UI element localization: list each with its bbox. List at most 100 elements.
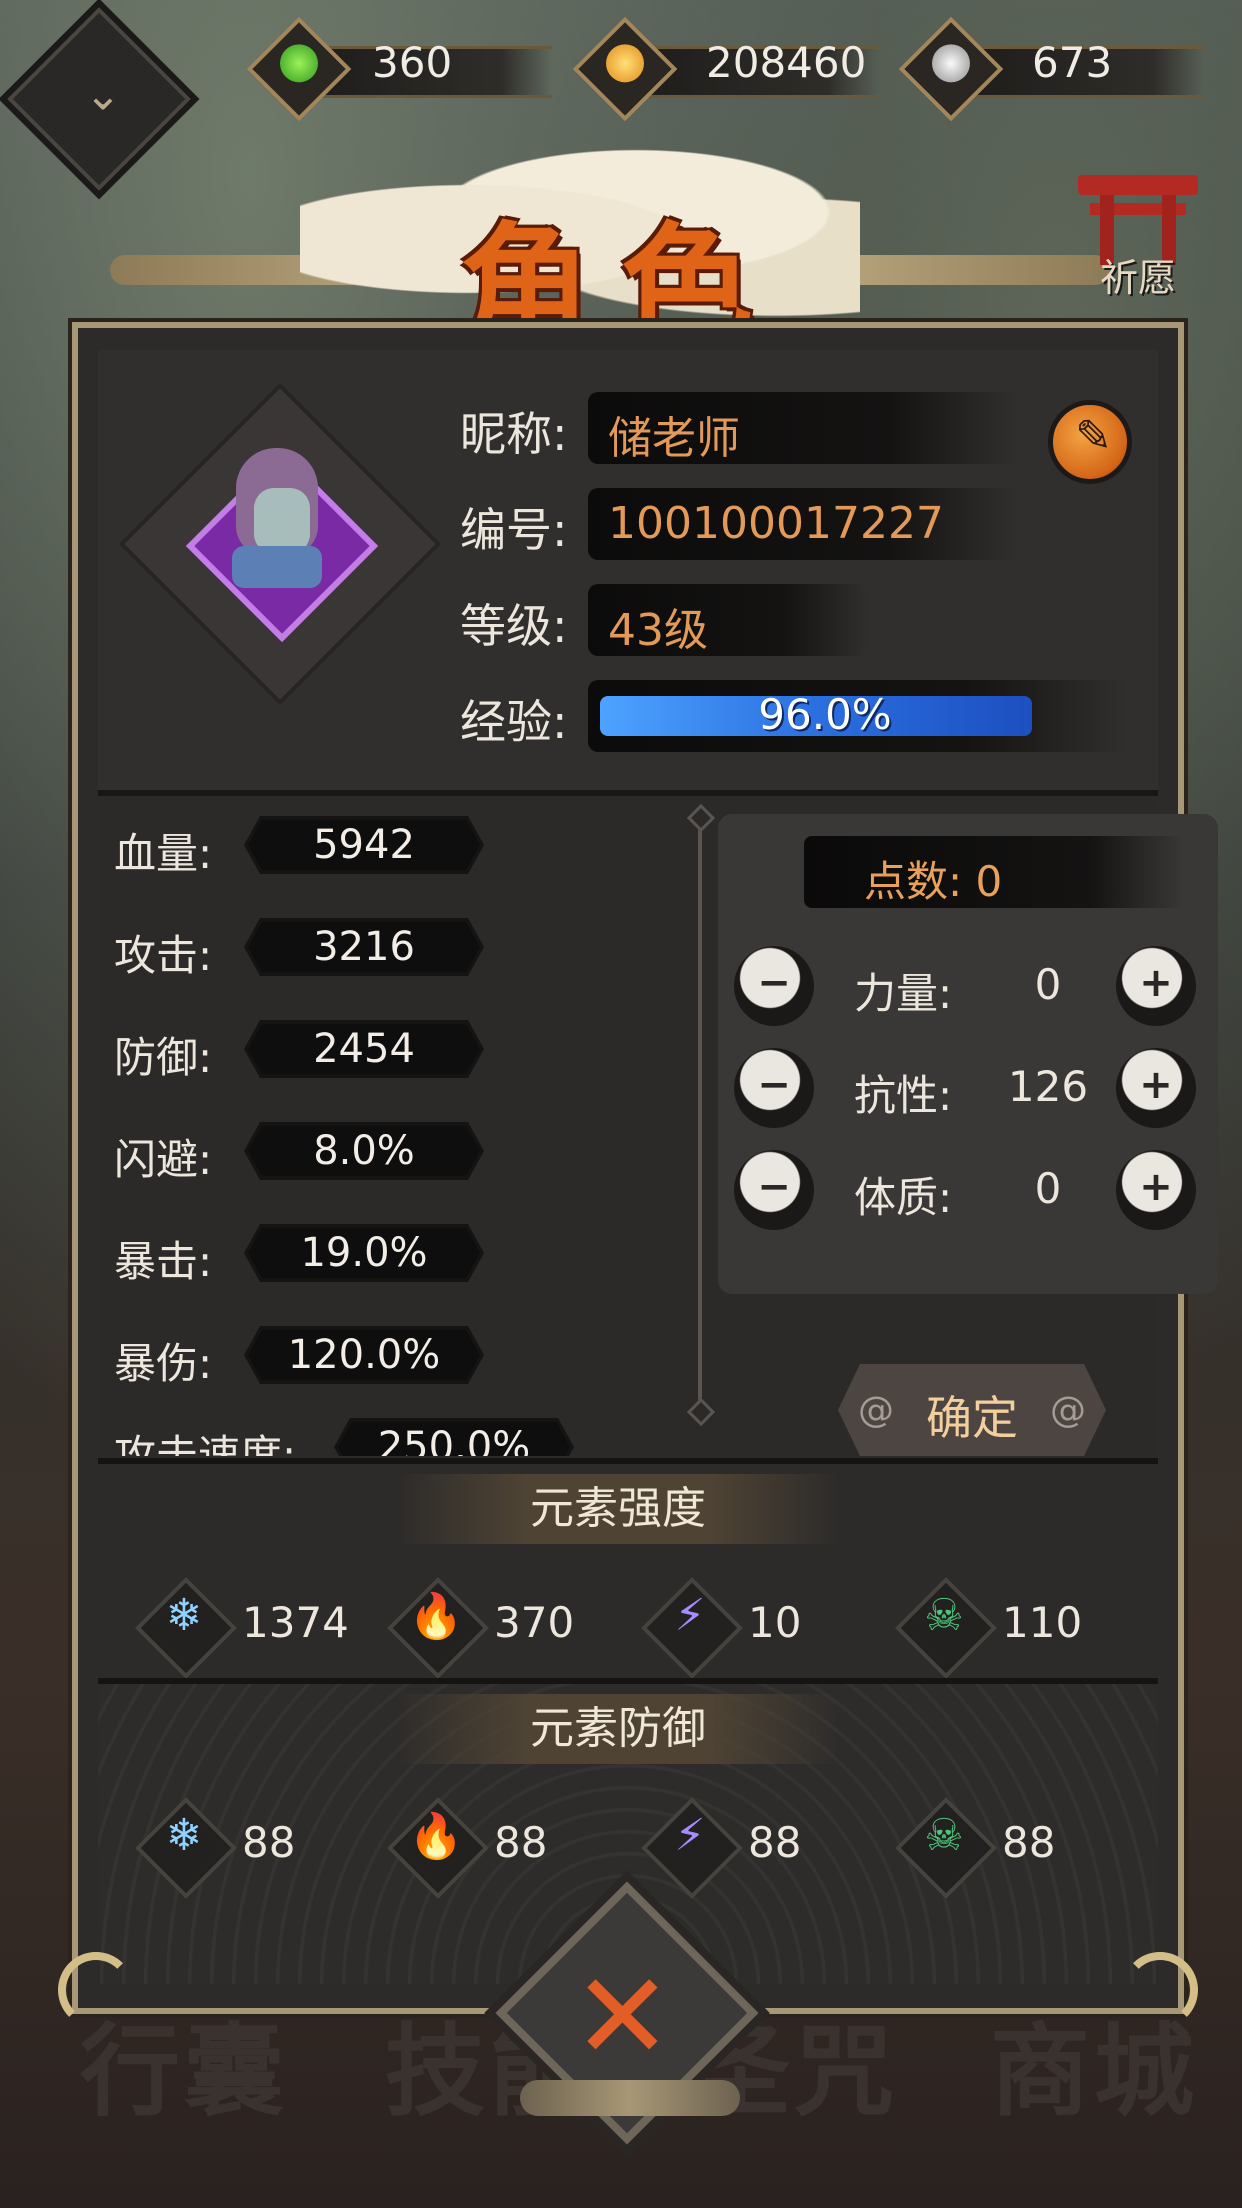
stat-value: 8.0% xyxy=(313,1128,415,1174)
swirl-icon: @ xyxy=(1050,1390,1086,1431)
attr-row-resistance: − 抗性: 126 + xyxy=(718,1044,1218,1134)
element-item-lightning: ⚡ 88 xyxy=(641,1797,874,1899)
stat-value: 3216 xyxy=(313,924,415,970)
stat-value: 2454 xyxy=(313,1026,415,1072)
poison-skull-icon: ☠ xyxy=(924,1590,964,1641)
points-count: 点数: 0 xyxy=(864,857,1003,906)
profile-section: 昵称: 储老师 ✎ 编号: 100100017227 等级: 43级 经验: 9… xyxy=(98,350,1158,796)
element-item-poison: ☠ 110 xyxy=(895,1577,1128,1679)
constitution-plus-button[interactable]: + xyxy=(1116,1150,1196,1230)
level-label: 等级: xyxy=(460,599,568,653)
avatar[interactable] xyxy=(184,448,379,643)
chevron-down-icon: ⌄ xyxy=(84,69,122,121)
stat-value: 120.0% xyxy=(287,1332,441,1378)
confirm-button[interactable]: @ 确定 @ xyxy=(838,1364,1106,1456)
element-value: 1374 xyxy=(242,1598,349,1647)
ice-icon: ❄ xyxy=(165,1590,203,1641)
attr-label: 力量: xyxy=(854,969,953,1018)
attr-label: 抗性: xyxy=(854,1071,953,1120)
stat-value: 250.0% xyxy=(377,1424,531,1456)
stat-label: 防御: xyxy=(114,1033,213,1082)
wish-shrine-button[interactable]: 祈愿 xyxy=(1078,175,1198,300)
id-label: 编号: xyxy=(460,503,568,557)
attr-value: 0 xyxy=(1034,1164,1062,1213)
fire-icon: 🔥 xyxy=(408,1591,464,1642)
attr-value: 0 xyxy=(1034,960,1062,1009)
nickname-value: 储老师 xyxy=(608,413,740,464)
element-item-fire: 🔥 370 xyxy=(387,1577,620,1679)
element-defense-title: 元素防御 xyxy=(398,1694,838,1764)
divider-ornament xyxy=(686,803,716,833)
element-value: 88 xyxy=(748,1818,802,1867)
element-item-ice: ❄ 88 xyxy=(135,1797,368,1899)
stat-label: 攻击速度: xyxy=(114,1431,297,1456)
attr-label: 体质: xyxy=(854,1173,953,1222)
stat-label: 血量: xyxy=(114,829,213,878)
element-item-poison: ☠ 88 xyxy=(895,1797,1128,1899)
plus-icon: + xyxy=(1139,1062,1173,1108)
fire-icon: 🔥 xyxy=(408,1811,464,1862)
constitution-minus-button[interactable]: − xyxy=(734,1150,814,1230)
section-title: 元素防御 xyxy=(530,1703,706,1754)
nickname-label: 昵称: xyxy=(460,407,568,461)
resource-value: 208460 xyxy=(706,38,867,87)
id-value: 100100017227 xyxy=(608,498,944,549)
lightning-icon: ⚡ xyxy=(674,1590,706,1641)
minus-icon: − xyxy=(757,1062,791,1108)
attr-row-constitution: − 体质: 0 + xyxy=(718,1146,1218,1236)
resource-value: 360 xyxy=(372,38,453,87)
stats-section: 血量: 5942 攻击: 3216 防御: 2454 闪避: 8.0% 暴击: xyxy=(98,796,1218,1456)
level-value: 43级 xyxy=(608,605,708,656)
stat-label: 暴击: xyxy=(114,1237,213,1286)
element-value: 110 xyxy=(1002,1598,1083,1647)
points-header: 点数: 0 xyxy=(804,836,1184,908)
poison-skull-icon: ☠ xyxy=(924,1810,964,1861)
attribute-points-box: 点数: 0 − 力量: 0 + − 抗性: 126 + − 体质: 0 + xyxy=(718,814,1218,1294)
divider xyxy=(698,816,702,1416)
stat-label: 暴伤: xyxy=(114,1339,213,1388)
plus-icon: + xyxy=(1139,960,1173,1006)
shrine-label: 祈愿 xyxy=(1099,256,1176,300)
element-value: 88 xyxy=(494,1818,548,1867)
element-value: 10 xyxy=(748,1598,802,1647)
rename-button[interactable]: ✎ xyxy=(1048,400,1132,484)
stat-value: 5942 xyxy=(313,822,415,868)
element-value: 370 xyxy=(494,1598,575,1647)
element-item-ice: ❄ 1374 xyxy=(135,1577,368,1679)
stat-value: 19.0% xyxy=(300,1230,428,1276)
brush-icon: ✎ xyxy=(1075,411,1112,462)
element-item-fire: 🔥 88 xyxy=(387,1797,620,1899)
corner-ornament xyxy=(1122,1952,1198,2028)
resistance-minus-button[interactable]: − xyxy=(734,1048,814,1128)
element-strength-title: 元素强度 xyxy=(398,1474,838,1544)
attr-row-strength: − 力量: 0 + xyxy=(718,942,1218,1032)
strength-minus-button[interactable]: − xyxy=(734,946,814,1026)
ice-icon: ❄ xyxy=(165,1810,203,1861)
stats-scroll-list[interactable]: 血量: 5942 攻击: 3216 防御: 2454 闪避: 8.0% 暴击: xyxy=(98,796,658,1456)
avatar-face xyxy=(254,488,310,554)
stat-label: 闪避: xyxy=(114,1135,213,1184)
stat-label: 攻击: xyxy=(114,931,213,980)
character-panel: 昵称: 储老师 ✎ 编号: 100100017227 等级: 43级 经验: 9… xyxy=(58,322,1218,2028)
minus-icon: − xyxy=(757,960,791,1006)
element-value: 88 xyxy=(242,1818,296,1867)
corner-ornament xyxy=(58,1952,134,2028)
strength-plus-button[interactable]: + xyxy=(1116,946,1196,1026)
section-title: 元素强度 xyxy=(530,1483,706,1534)
resistance-plus-button[interactable]: + xyxy=(1116,1048,1196,1128)
exp-value: 96.0% xyxy=(758,690,892,739)
avatar-scarf xyxy=(232,546,322,588)
torii-roof xyxy=(1078,175,1198,195)
close-ribbon xyxy=(520,2080,740,2116)
element-strength-section: 元素强度 ❄ 1374 🔥 370 ⚡ 10 ☠ 110 xyxy=(98,1458,1158,1679)
exp-label: 经验: xyxy=(460,695,568,749)
divider-ornament xyxy=(686,1397,716,1427)
lightning-icon: ⚡ xyxy=(674,1810,706,1861)
element-value: 88 xyxy=(1002,1818,1056,1867)
resource-value: 673 xyxy=(1032,38,1113,87)
close-icon: ✕ xyxy=(572,1948,673,2088)
plus-icon: + xyxy=(1139,1164,1173,1210)
attr-value: 126 xyxy=(1007,1062,1089,1111)
minus-icon: − xyxy=(757,1164,791,1210)
element-item-lightning: ⚡ 10 xyxy=(641,1577,874,1679)
